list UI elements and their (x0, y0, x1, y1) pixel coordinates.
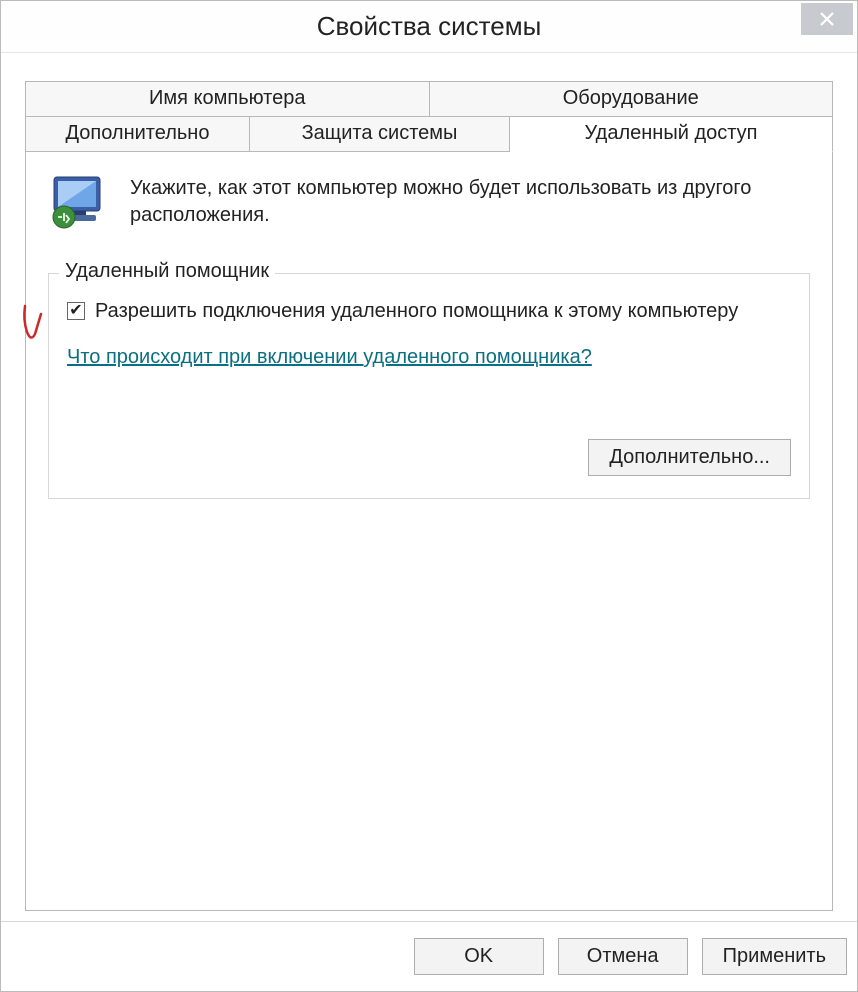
remote-assistance-help-link[interactable]: Что происходит при включении удаленного … (67, 346, 592, 369)
intro-row: Укажите, как этот компьютер можно будет … (48, 175, 810, 229)
advanced-button[interactable]: Дополнительно... (588, 439, 791, 476)
tab-strip: Имя компьютера Оборудование Дополнительн… (25, 81, 833, 152)
cancel-button[interactable]: Отмена (558, 938, 688, 975)
dialog-content: Имя компьютера Оборудование Дополнительн… (1, 53, 857, 921)
ok-button[interactable]: OK (414, 938, 544, 975)
tab-computer-name[interactable]: Имя компьютера (25, 81, 430, 117)
close-button[interactable] (801, 3, 853, 35)
tab-system-protection[interactable]: Защита системы (250, 116, 510, 152)
window-title: Свойства системы (1, 11, 857, 42)
remote-computer-icon (48, 175, 110, 227)
tab-advanced[interactable]: Дополнительно (25, 116, 250, 152)
tab-page-remote: Укажите, как этот компьютер можно будет … (25, 151, 833, 911)
remote-assistance-group: Удаленный помощник ✔ Разрешить подключен… (48, 273, 810, 499)
tab-remote-access[interactable]: Удаленный доступ (510, 116, 833, 152)
titlebar: Свойства системы (1, 1, 857, 53)
apply-button[interactable]: Применить (702, 938, 847, 975)
allow-remote-assistance-label: Разрешить подключения удаленного помощни… (95, 298, 738, 324)
group-title: Удаленный помощник (59, 260, 275, 283)
allow-remote-assistance-row: ✔ Разрешить подключения удаленного помощ… (67, 298, 791, 324)
close-icon (819, 11, 835, 27)
allow-remote-assistance-checkbox[interactable]: ✔ (67, 302, 85, 320)
system-properties-window: Свойства системы Имя компьютера Оборудов… (0, 0, 858, 992)
annotation-checkmark (21, 302, 53, 348)
tab-hardware[interactable]: Оборудование (430, 81, 834, 117)
dialog-button-bar: OK Отмена Применить (1, 921, 857, 991)
intro-text: Укажите, как этот компьютер можно будет … (130, 175, 810, 229)
